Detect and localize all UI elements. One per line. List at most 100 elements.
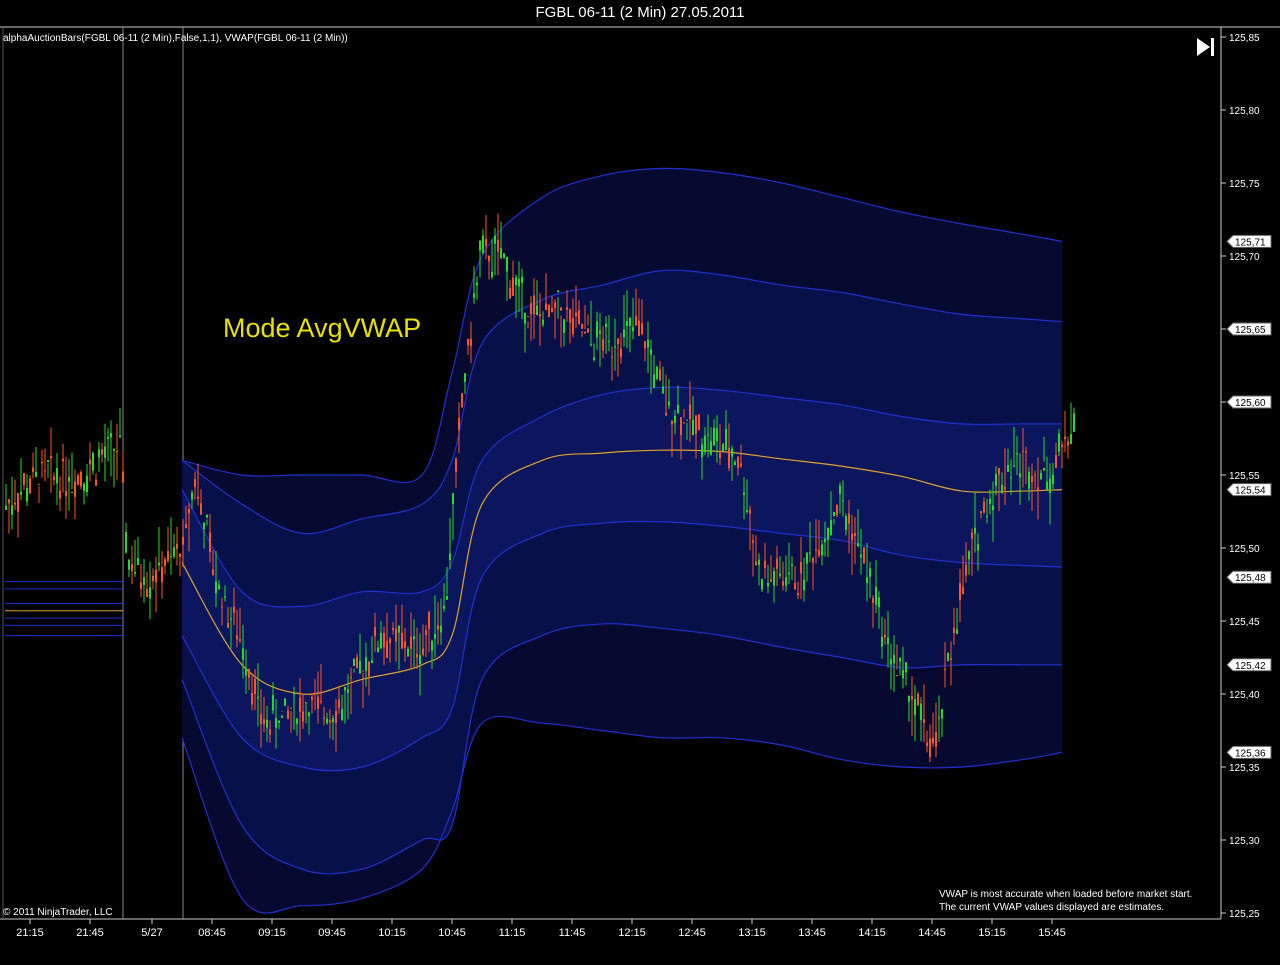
price-bar-body [407, 648, 409, 657]
price-bar-body [755, 561, 757, 566]
price-bar-body [377, 647, 379, 653]
price-bar-body [20, 491, 22, 495]
price-bar-body [365, 656, 367, 671]
x-tick-label: 13:15 [738, 927, 766, 939]
price-bar-body [242, 648, 244, 660]
price-bar-body [149, 587, 151, 599]
price-bar-body [62, 458, 64, 462]
price-bar-body [905, 662, 907, 673]
price-bar-body [491, 271, 493, 278]
price-bar-body [107, 436, 109, 439]
price-bar-body [197, 496, 199, 499]
price-bar-body [221, 606, 223, 608]
price-bar-body [1055, 454, 1057, 468]
price-bar-body [602, 339, 604, 351]
price-bar-body [773, 570, 775, 586]
price-bar-body [203, 522, 205, 530]
price-bar-body [794, 583, 796, 590]
price-bar-body [5, 505, 7, 511]
price-bar-body [359, 660, 361, 674]
price-bar-body [941, 709, 943, 719]
price-bar-body [89, 459, 91, 465]
price-bar-body [1073, 413, 1075, 432]
price-bar-body [17, 493, 19, 512]
price-bar-body [899, 657, 901, 662]
price-chart: 125,85 125,80 125,75 125,70 125,65 125,60 125,… [0, 26, 1280, 939]
price-bar-body [785, 577, 787, 586]
price-bar-body [929, 738, 931, 757]
price-bar-body [737, 456, 739, 468]
price-bar-body [1028, 471, 1030, 489]
price-bar-body [335, 710, 337, 724]
price-bar-body [992, 505, 994, 511]
price-bar-body [176, 543, 178, 549]
price-bar-body [629, 317, 631, 327]
price-bar-body [71, 492, 73, 494]
price-bar-body [797, 593, 799, 596]
price-bar-body [767, 582, 769, 587]
x-tick-label: 12:15 [618, 927, 646, 939]
price-bar-body [974, 527, 976, 534]
price-bar-body [917, 693, 919, 706]
price-bar-body [770, 579, 772, 582]
vwap-notice-line2: The current VWAP values displayed are es… [939, 902, 1165, 913]
price-bar-body [194, 479, 196, 487]
price-bar-body [578, 310, 580, 325]
price-bar-body [749, 509, 751, 514]
y-tick-label: 125,75 [1229, 179, 1260, 190]
price-bar-body [227, 622, 229, 628]
price-bar-body [290, 707, 292, 709]
skip-to-end-icon[interactable] [1192, 34, 1218, 60]
price-bar-body [782, 581, 784, 586]
price-bar-body [896, 674, 898, 676]
price-bar-body [26, 487, 28, 502]
price-bar-body [434, 633, 436, 639]
price-bar-body [863, 547, 865, 564]
price-bar-body [302, 711, 304, 722]
price-bar-body [338, 699, 340, 708]
price-bar-body [833, 511, 835, 517]
price-bar-body [182, 536, 184, 545]
price-bar-body [800, 562, 802, 574]
price-bar-body [1070, 434, 1072, 444]
price-bar-body [383, 633, 385, 648]
price-bar-body [521, 276, 523, 283]
price-bar-body [314, 692, 316, 694]
price-bar-body [716, 428, 718, 442]
price-bar-body [989, 498, 991, 504]
price-flag: 125,60 [1226, 395, 1272, 409]
price-bar-body [116, 451, 118, 453]
price-bar-body [1052, 474, 1054, 485]
price-bar-body [371, 660, 373, 663]
price-bar-body [671, 420, 673, 425]
price-bar-body [740, 463, 742, 467]
price-bar-body [1034, 475, 1036, 477]
price-bar-body [581, 323, 583, 329]
price-bar-body [998, 467, 1000, 475]
price-bar-body [968, 551, 970, 560]
x-tick-label: 09:45 [318, 927, 346, 939]
price-bar-body [572, 318, 574, 334]
y-tick-label: 125,35 [1229, 763, 1260, 774]
price-bar-body [386, 641, 388, 658]
price-bar-body [884, 634, 886, 638]
x-tick-label: 09:15 [258, 927, 286, 939]
chart-window: { "window": { "title": "FGBL 06-11 (2 Mi… [0, 0, 1280, 965]
price-bar-body [854, 533, 856, 536]
price-bar-body [593, 357, 595, 360]
price-bar-body [875, 586, 877, 605]
price-bar-body [11, 505, 13, 515]
skip-to-end-glyph [1197, 38, 1214, 56]
price-bar-body [152, 575, 154, 582]
price-bar-body [809, 552, 811, 554]
price-bar-body [872, 598, 874, 603]
price-bar-body [1064, 436, 1066, 440]
price-bar-body [791, 564, 793, 566]
price-bar-body [533, 295, 535, 315]
price-bar-body [977, 544, 979, 551]
price-bar-body [650, 349, 652, 355]
price-bar-body [551, 307, 553, 313]
price-bar-body [449, 553, 451, 561]
price-bar-body [701, 444, 703, 458]
price-bar-body [641, 323, 643, 335]
